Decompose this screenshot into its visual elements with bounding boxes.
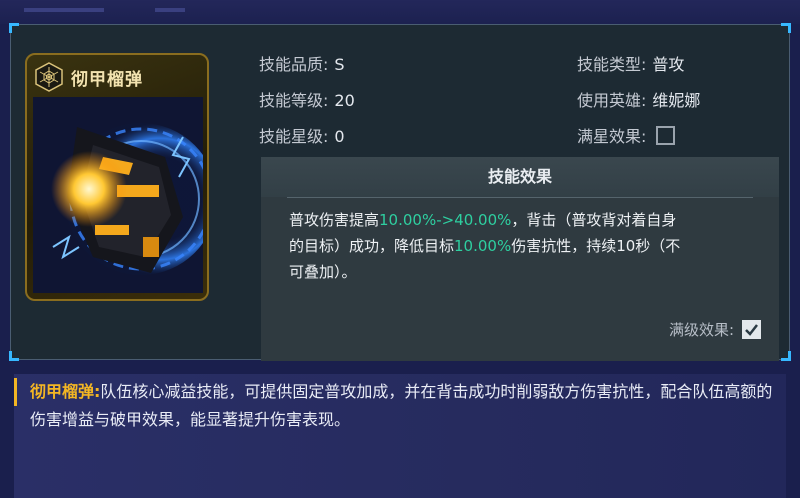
hero-value: 维妮娜 xyxy=(652,91,701,110)
star-value: 0 xyxy=(334,127,345,146)
attr-star: 技能星级: 0 xyxy=(259,123,345,147)
panel-corner xyxy=(9,23,19,33)
effect-highlight: 10.00%->40.00% xyxy=(379,211,512,229)
level-label: 技能等级: xyxy=(259,91,329,110)
panel-corner xyxy=(781,23,791,33)
effect-text: 伤害抗性，持续10秒（不 xyxy=(511,237,681,255)
attr-type: 技能类型: 普攻 xyxy=(577,51,684,75)
attr-level: 技能等级: 20 xyxy=(259,87,355,111)
full-star-checkbox[interactable] xyxy=(656,126,676,145)
quality-label: 技能品质: xyxy=(259,55,329,74)
full-level-toggle: 满级效果: xyxy=(669,319,761,340)
hexagon-web-emblem-icon xyxy=(35,62,63,92)
skill-effect-box: 技能效果 普攻伤害提高10.00%->40.00%，背击（普攻背对着自身 的目标… xyxy=(261,157,779,361)
top-strip xyxy=(0,0,800,24)
effect-divider xyxy=(287,197,753,198)
effect-header: 技能效果 xyxy=(261,157,779,197)
effect-text: 普攻伤害提高 xyxy=(289,211,380,229)
quality-value: S xyxy=(334,55,345,74)
effect-line: 普攻伤害提高10.00%->40.00%，背击（普攻背对着自身 xyxy=(289,207,759,233)
panel-corner xyxy=(781,351,791,361)
card-title: 彻甲榴弹 xyxy=(71,70,143,90)
attr-full-star: 满星效果: xyxy=(577,123,676,147)
effect-line: 可叠加）。 xyxy=(289,259,759,285)
full-star-label: 满星效果: xyxy=(577,127,647,146)
full-level-checkbox[interactable] xyxy=(742,320,761,339)
check-icon xyxy=(745,324,758,336)
attr-hero: 使用英雄: 维妮娜 xyxy=(577,87,700,111)
top-decoration xyxy=(155,8,185,12)
grenade-launcher-art xyxy=(33,97,203,293)
effect-description: 普攻伤害提高10.00%->40.00%，背击（普攻背对着自身 的目标）成功，降… xyxy=(289,207,759,285)
top-decoration xyxy=(24,8,104,12)
effect-text: ，背击（普攻背对着自身 xyxy=(511,211,677,229)
hero-label: 使用英雄: xyxy=(577,91,647,110)
summary-body: 队伍核心减益技能，可提供固定普攻加成，并在背击成功时削弱敌方伤害抗性，配合队伍高… xyxy=(30,382,773,429)
type-label: 技能类型: xyxy=(577,55,647,74)
summary-title: 彻甲榴弹: xyxy=(30,382,101,401)
summary-text: 彻甲榴弹:队伍核心减益技能，可提供固定普攻加成，并在背击成功时削弱敌方伤害抗性，… xyxy=(30,378,778,434)
effect-text: 可叠加）。 xyxy=(289,263,357,281)
panel-corner xyxy=(9,351,19,361)
summary-accent-bar xyxy=(14,378,17,406)
full-level-label: 满级效果: xyxy=(668,321,734,339)
effect-text: 的目标）成功，降低目标 xyxy=(289,237,455,255)
skill-summary: 彻甲榴弹:队伍核心减益技能，可提供固定普攻加成，并在背击成功时削弱敌方伤害抗性，… xyxy=(14,374,786,498)
effect-highlight: 10.00% xyxy=(454,237,512,255)
level-value: 20 xyxy=(334,91,355,110)
star-label: 技能星级: xyxy=(259,127,329,146)
skill-detail-panel: 彻甲榴弹 技能品质: S 技能等级: 20 技能星级: 0 技能类型: 普攻 使… xyxy=(9,23,791,361)
effect-line: 的目标）成功，降低目标10.00%伤害抗性，持续10秒（不 xyxy=(289,233,759,259)
skill-card: 彻甲榴弹 xyxy=(25,53,209,301)
attr-quality: 技能品质: S xyxy=(259,51,345,75)
type-value: 普攻 xyxy=(652,55,685,74)
